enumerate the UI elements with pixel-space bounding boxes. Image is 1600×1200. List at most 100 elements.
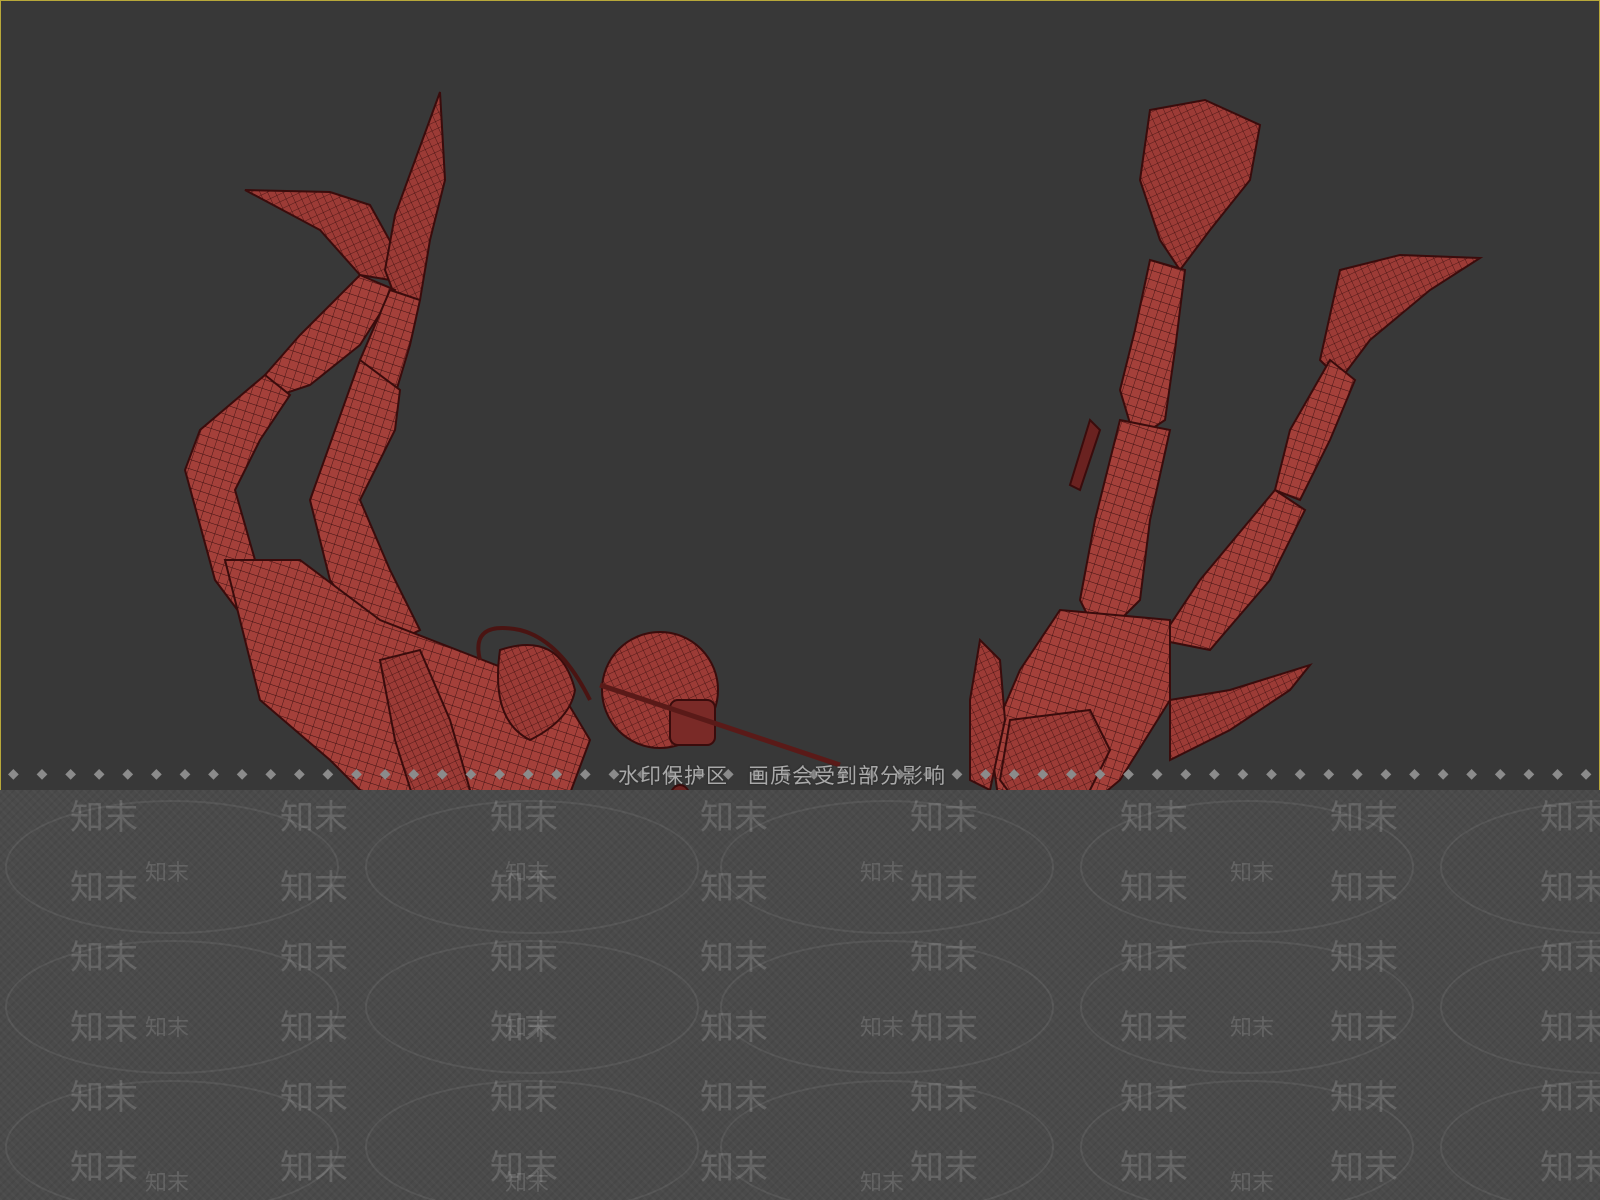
knife-strap: [1068, 418, 1102, 492]
watermark-brand-text: 知末: [280, 798, 348, 838]
divider-diamond: ◆: [1523, 766, 1535, 782]
watermark-protect-label: 水印保护区: [618, 764, 728, 788]
watermark-brand-small: 知末: [860, 1016, 905, 1041]
divider-diamond: ◆: [293, 766, 305, 782]
watermark-notice: 水印保护区 画质会受到部分影响: [618, 760, 946, 790]
watermark-brand-text: 知末: [700, 1078, 768, 1118]
watermark-brand-text: 知末: [1120, 868, 1188, 908]
watermark-brand-text: 知末: [910, 798, 978, 838]
divider-diamond: ◆: [951, 766, 963, 782]
divider-diamond: ◆: [1123, 766, 1134, 782]
watermark-brand-text: 知末: [700, 1148, 768, 1188]
diver-left-mesh[interactable]: [183, 91, 841, 872]
watermark-brand-text: 知末: [700, 798, 768, 838]
watermark-brand-text: 知末: [280, 1078, 348, 1118]
watermark-brand-small: 知末: [145, 1171, 190, 1196]
watermark-brand-small: 知末: [505, 1171, 550, 1196]
watermark-brand-text: 知末: [280, 1008, 348, 1048]
watermark-brand-text: 知末: [1540, 1078, 1600, 1118]
divider-diamond: ◆: [1208, 766, 1220, 782]
watermark-brand-small: 知末: [1230, 1016, 1275, 1041]
watermark-brand-text: 知末: [490, 938, 558, 978]
divider-diamond: ◆: [93, 766, 105, 782]
watermark-brand-small: 知末: [145, 1016, 190, 1041]
watermark-brand-text: 知末: [70, 868, 138, 908]
divider-diamond: ◆: [551, 766, 563, 782]
watermark-brand-text: 知末: [1330, 868, 1398, 908]
divider-diamond: ◆: [1323, 766, 1335, 782]
leg-right-a: [1118, 258, 1187, 442]
watermark-brand-text: 知末: [700, 938, 768, 978]
divider-diamond: ◆: [1008, 766, 1020, 782]
fin-right-a: [1138, 98, 1262, 272]
divider-diamond: ◆: [65, 766, 76, 782]
watermark-brand-text: 知末: [1330, 938, 1398, 978]
watermark-brand-text: 知末: [1330, 1078, 1398, 1118]
divider-diamond: ◆: [351, 766, 362, 782]
divider-diamond: ◆: [1466, 766, 1478, 782]
divider-diamond: ◆: [208, 766, 219, 782]
watermark-brand-text: 知末: [1540, 938, 1600, 978]
divider-diamond: ◆: [265, 766, 277, 782]
watermark-ring: [720, 940, 1054, 1074]
watermark-brand-text: 知末: [1120, 938, 1188, 978]
divider-diamond: ◆: [122, 766, 134, 782]
divider-diamond: ◆: [1351, 766, 1363, 782]
watermark-brand-text: 知末: [1540, 1148, 1600, 1188]
watermark-brand-text: 知末: [1330, 1148, 1398, 1188]
watermark-brand-text: 知末: [70, 1148, 138, 1188]
watermark-brand-small: 知末: [860, 1171, 905, 1196]
watermark-brand-text: 知末: [1120, 1148, 1188, 1188]
watermark-brand-text: 知末: [910, 1078, 978, 1118]
leg-right-b: [1273, 358, 1357, 502]
divider-diamond: ◆: [236, 766, 248, 782]
divider-diamond: ◆: [36, 766, 48, 782]
watermark-brand-text: 知末: [1330, 798, 1398, 838]
watermark-brand-text: 知末: [70, 1078, 138, 1118]
divider-diamond: ◆: [980, 766, 991, 782]
watermark-brand-text: 知末: [280, 868, 348, 908]
fin-left-a: [244, 189, 397, 282]
divider-diamond: ◆: [1037, 766, 1049, 782]
watermark-brand-text: 知末: [70, 938, 138, 978]
divider-diamond: ◆: [1494, 766, 1506, 782]
watermark-brand-text: 知末: [910, 868, 978, 908]
divider-diamond: ◆: [1294, 766, 1306, 782]
arm-right-side: [1169, 663, 1313, 762]
watermark-brand-text: 知末: [910, 1148, 978, 1188]
watermark-brand-text: 知末: [910, 938, 978, 978]
divider-diamond: ◆: [1580, 766, 1592, 782]
watermark-quality-note: 画质会受到部分影响: [748, 764, 946, 788]
fin-left-b: [383, 91, 447, 312]
watermark-brand-text: 知末: [1120, 1078, 1188, 1118]
divider-diamond: ◆: [8, 766, 19, 782]
divider-diamond: ◆: [579, 766, 591, 782]
thigh-right-a: [1078, 418, 1172, 642]
watermark-brand-small: 知末: [860, 861, 905, 886]
divider-diamond: ◆: [1380, 766, 1392, 782]
watermark-brand-small: 知末: [1230, 861, 1275, 886]
fin-right-b: [1318, 253, 1484, 382]
watermark-band: [0, 790, 1600, 1200]
watermark-brand-text: 知末: [1540, 1008, 1600, 1048]
watermark-brand-small: 知末: [1230, 1171, 1275, 1196]
divider-diamond: ◆: [1266, 766, 1277, 782]
watermark-brand-text: 知末: [700, 1008, 768, 1048]
divider-diamond: ◆: [408, 766, 420, 782]
divider-diamond: ◆: [179, 766, 191, 782]
watermark-brand-text: 知末: [280, 938, 348, 978]
watermark-brand-text: 知末: [70, 798, 138, 838]
watermark-brand-small: 知末: [505, 861, 550, 886]
divider-diamond: ◆: [465, 766, 477, 782]
watermark-brand-text: 知末: [1540, 868, 1600, 908]
watermark-brand-text: 知末: [1540, 798, 1600, 838]
watermark-brand-small: 知末: [505, 1016, 550, 1041]
divider-diamond: ◆: [436, 766, 448, 782]
watermark-brand-text: 知末: [1120, 1008, 1188, 1048]
watermark-brand-text: 知末: [280, 1148, 348, 1188]
3d-viewport[interactable]: 知末 知末 知末 知末 知末 知末 知末 知末 知末 知末 知末 知末 知末 知末 知末 知末 知末 知末 知末 知末…: [0, 0, 1600, 1200]
divider-diamond: ◆: [379, 766, 391, 782]
thigh-right-b: [1158, 488, 1307, 652]
divider-diamond: ◆: [1552, 766, 1563, 782]
divider-diamond: ◆: [522, 766, 534, 782]
